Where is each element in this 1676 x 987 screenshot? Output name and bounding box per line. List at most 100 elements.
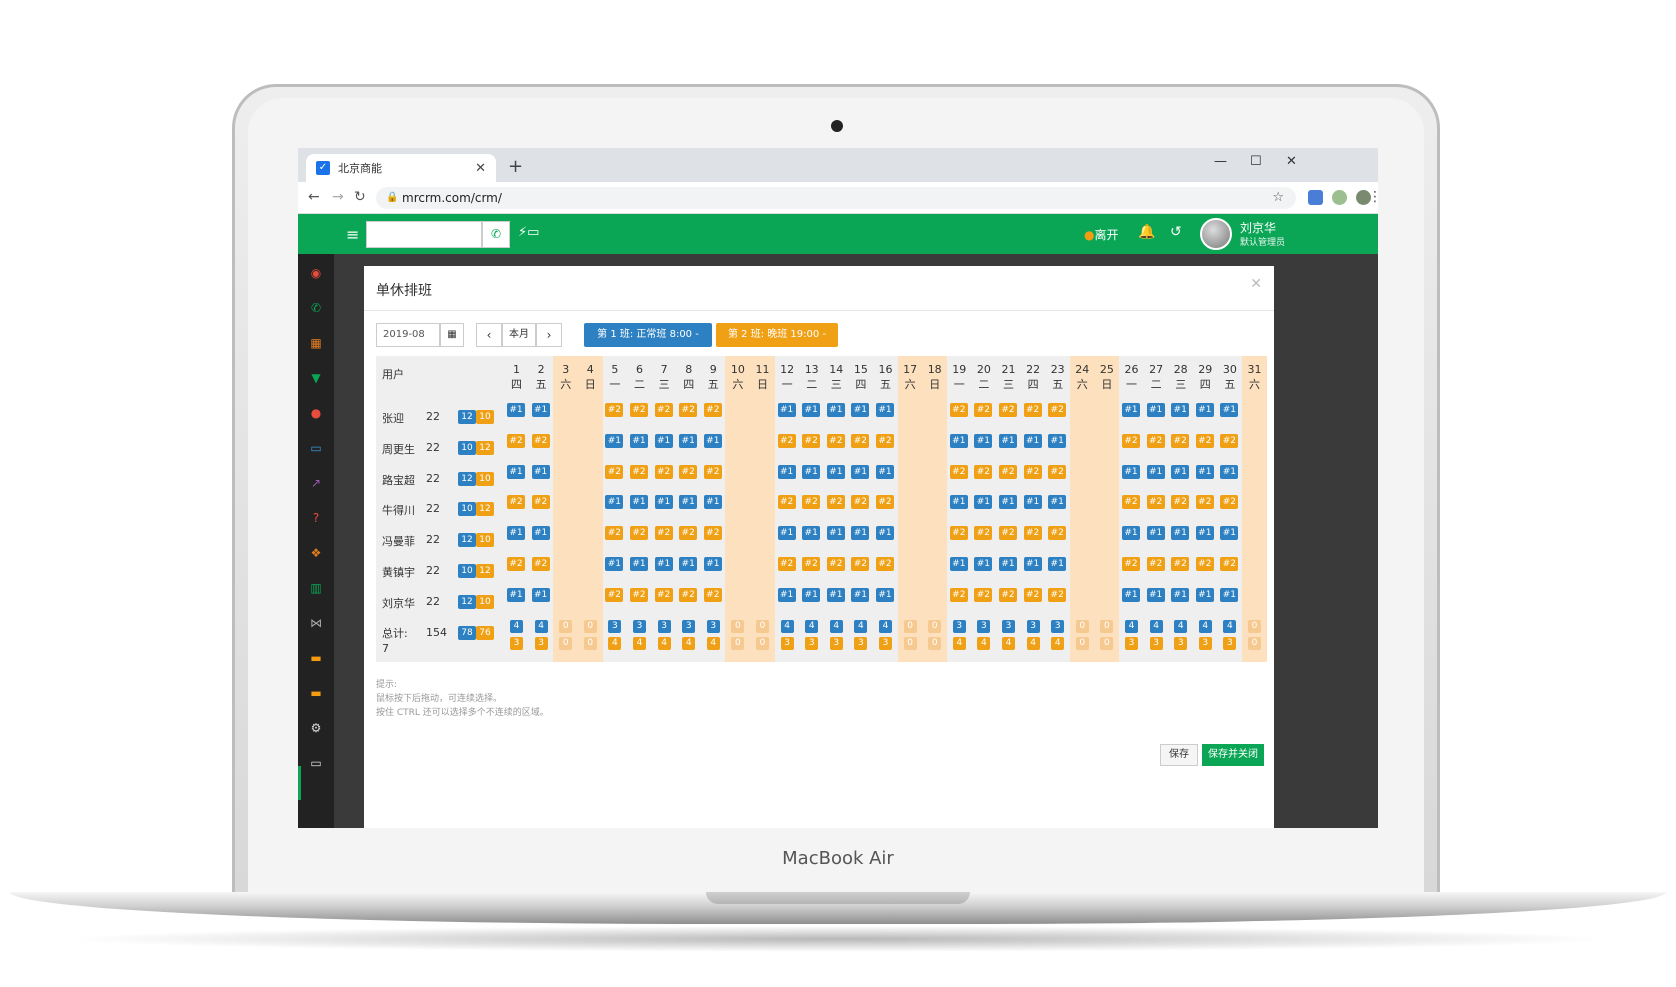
shift-badge[interactable]: #1: [1023, 557, 1042, 571]
shift-badge[interactable]: #1: [1023, 495, 1042, 510]
shift-badge[interactable]: #1: [999, 557, 1017, 571]
shift-badge[interactable]: #2: [679, 403, 698, 417]
shift-badge[interactable]: #1: [876, 587, 894, 602]
shift-badge[interactable]: #2: [876, 495, 894, 510]
folder-icon[interactable]: ▬: [309, 651, 323, 665]
shift-badge[interactable]: #1: [1220, 464, 1239, 479]
shift-badge[interactable]: #2: [802, 433, 821, 448]
prev-month-button[interactable]: ‹: [476, 323, 502, 347]
shift-badge[interactable]: #1: [507, 403, 525, 417]
shift-badge[interactable]: #1: [1195, 587, 1214, 602]
shift-badge[interactable]: #2: [654, 464, 673, 479]
shift-badge[interactable]: #1: [802, 587, 821, 602]
shift-badge[interactable]: #1: [876, 403, 894, 417]
shift-badge[interactable]: #1: [777, 464, 796, 479]
shift-badge[interactable]: #1: [826, 526, 845, 541]
shift-badge[interactable]: #1: [802, 526, 821, 541]
browser-menu-icon[interactable]: ⋮: [1368, 189, 1378, 205]
folder-open-icon[interactable]: ▬: [309, 686, 323, 700]
network-icon[interactable]: ⋈: [309, 616, 323, 630]
shift-badge[interactable]: #2: [974, 526, 993, 541]
shift-badge[interactable]: #2: [1220, 495, 1239, 510]
shift-badge[interactable]: #2: [851, 433, 870, 448]
shift-badge[interactable]: #2: [1146, 557, 1165, 571]
shift-badge[interactable]: #2: [999, 403, 1017, 417]
card-icon[interactable]: ▭: [309, 441, 323, 455]
shift-badge[interactable]: #2: [630, 403, 648, 417]
shift-badge[interactable]: #2: [974, 587, 993, 602]
shift-badge[interactable]: #1: [654, 557, 673, 571]
shift-badge[interactable]: #1: [851, 403, 870, 417]
contact-icon[interactable]: ●: [309, 406, 323, 420]
phone-icon[interactable]: ✆: [309, 301, 323, 315]
shift-badge[interactable]: #2: [1220, 433, 1239, 448]
shift-badge[interactable]: #2: [605, 403, 624, 417]
shift-badge[interactable]: #2: [1171, 557, 1190, 571]
shift-badge[interactable]: #2: [777, 433, 796, 448]
shift-badge[interactable]: #2: [851, 557, 870, 571]
shift-badge[interactable]: #2: [949, 587, 968, 602]
shift-badge[interactable]: #2: [1023, 464, 1042, 479]
shift-badge[interactable]: #1: [531, 403, 550, 417]
shift-badge[interactable]: #2: [1048, 403, 1067, 417]
shift-badge[interactable]: #2: [630, 587, 648, 602]
shift-badge[interactable]: #2: [1146, 433, 1165, 448]
extension-icon[interactable]: [1332, 190, 1347, 205]
shift-badge[interactable]: #2: [679, 464, 698, 479]
shift-badge[interactable]: #2: [826, 495, 845, 510]
shift-badge[interactable]: #1: [1048, 557, 1067, 571]
shift-badge[interactable]: #1: [851, 526, 870, 541]
new-tab-button[interactable]: +: [508, 156, 523, 177]
shift-badge[interactable]: #2: [1048, 587, 1067, 602]
shift-badge[interactable]: #1: [949, 495, 968, 510]
shift-badge[interactable]: #2: [802, 557, 821, 571]
shift-badge[interactable]: #1: [1122, 403, 1140, 417]
shift-badge[interactable]: #1: [851, 587, 870, 602]
shift-badge[interactable]: #1: [974, 495, 993, 510]
shift-badge[interactable]: #1: [999, 433, 1017, 448]
shift-1-button[interactable]: 第 1 班: 正常班 8:00 - 18:00: [584, 323, 712, 364]
shift-badge[interactable]: #2: [703, 464, 722, 479]
shift-badge[interactable]: #1: [679, 557, 698, 571]
call-button[interactable]: ✆: [482, 221, 510, 248]
shift-badge[interactable]: #2: [630, 526, 648, 541]
shift-badge[interactable]: #1: [703, 557, 722, 571]
avatar[interactable]: [1200, 218, 1232, 250]
save-and-close-button[interactable]: 保存并关闭: [1202, 744, 1264, 766]
shift-badge[interactable]: #1: [703, 495, 722, 510]
minimize-button[interactable]: —: [1214, 154, 1227, 169]
filter-icon[interactable]: ▼: [309, 371, 323, 385]
monitor-icon[interactable]: ▭: [309, 756, 323, 770]
shift-badge[interactable]: #1: [1122, 587, 1140, 602]
shift-badge[interactable]: #2: [999, 464, 1017, 479]
close-tab-icon[interactable]: ✕: [475, 161, 486, 176]
gear-icon[interactable]: ⚙: [309, 721, 323, 735]
bookmark-star-icon[interactable]: ☆: [1272, 187, 1284, 209]
shift-badge[interactable]: #2: [876, 557, 894, 571]
shift-badge[interactable]: #1: [1122, 464, 1140, 479]
shift-badge[interactable]: #1: [777, 403, 796, 417]
shift-badge[interactable]: #1: [1146, 464, 1165, 479]
shift-badge[interactable]: #1: [507, 526, 525, 541]
shift-badge[interactable]: #1: [974, 557, 993, 571]
shift-badge[interactable]: #2: [826, 557, 845, 571]
shift-badge[interactable]: #1: [1171, 403, 1190, 417]
shift-badge[interactable]: #2: [1195, 495, 1214, 510]
shift-badge[interactable]: #1: [605, 495, 624, 510]
shift-badge[interactable]: #2: [1048, 464, 1067, 479]
shift-badge[interactable]: #2: [507, 557, 525, 571]
shift-badge[interactable]: #2: [654, 403, 673, 417]
shift-badge[interactable]: #1: [630, 433, 648, 448]
shift-badge[interactable]: #1: [1220, 526, 1239, 541]
chart-icon[interactable]: ▥: [309, 581, 323, 595]
shift-badge[interactable]: #2: [1122, 433, 1140, 448]
shift-badge[interactable]: #1: [1171, 587, 1190, 602]
shift-badge[interactable]: #2: [777, 495, 796, 510]
shift-badge[interactable]: #2: [1220, 557, 1239, 571]
shift-badge[interactable]: #1: [605, 433, 624, 448]
shift-badge[interactable]: #1: [974, 433, 993, 448]
shift-badge[interactable]: #2: [531, 433, 550, 448]
shift-badge[interactable]: #1: [1195, 526, 1214, 541]
save-button[interactable]: 保存: [1160, 744, 1198, 766]
history-icon[interactable]: ↺: [1170, 224, 1182, 240]
